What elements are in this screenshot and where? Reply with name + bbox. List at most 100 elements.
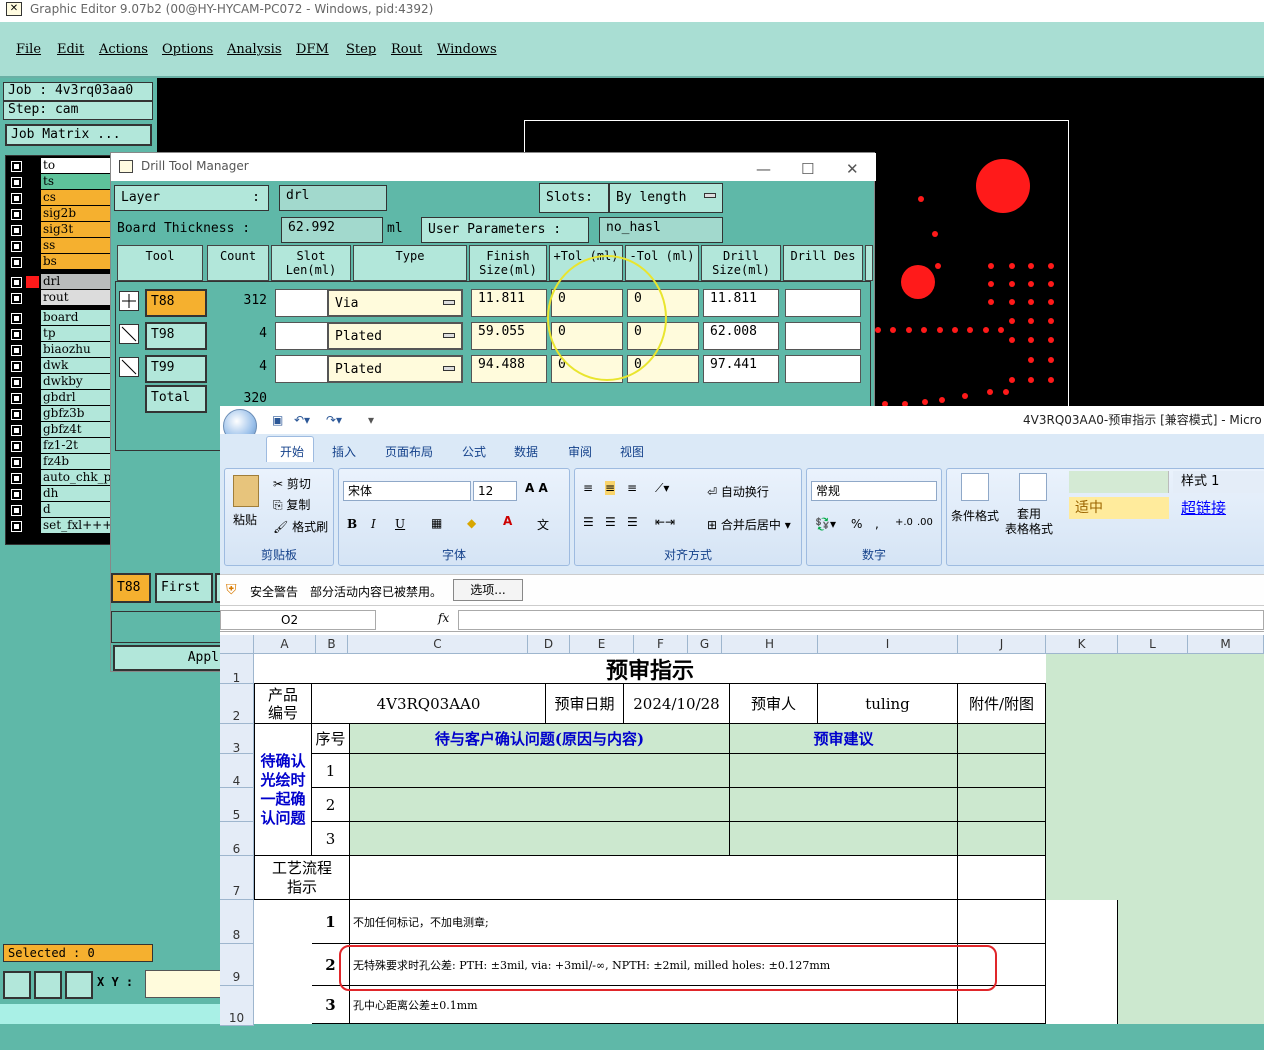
layer-checkbox[interactable]: [11, 329, 22, 340]
style-normal-cell[interactable]: [1069, 471, 1169, 493]
tool-name[interactable]: T99: [145, 355, 207, 383]
attach-cell[interactable]: [958, 788, 1046, 822]
type-dropdown[interactable]: Plated: [327, 355, 463, 383]
tab-page-layout[interactable]: 页面布局: [385, 443, 433, 460]
layer-checkbox[interactable]: [11, 441, 22, 452]
menu-actions[interactable]: Actions: [99, 42, 148, 57]
merge-center-button[interactable]: ⊞ 合并后居中 ▾: [707, 516, 791, 533]
table-format-button[interactable]: 套用 表格格式: [1005, 507, 1053, 537]
layer-checkbox[interactable]: [11, 293, 22, 304]
customize-qat-icon[interactable]: ▾: [368, 406, 374, 434]
style-1-cell[interactable]: 样式 1: [1173, 471, 1264, 493]
align-bottom-icon[interactable]: ≡: [627, 481, 637, 495]
layer-checkbox[interactable]: [11, 393, 22, 404]
save-icon[interactable]: ▣: [272, 406, 283, 434]
drill-size-input[interactable]: 97.441: [703, 355, 779, 383]
issue-label[interactable]: 待与客户确认问题(原因与内容): [350, 724, 730, 754]
row-header[interactable]: 9: [220, 944, 254, 986]
menu-edit[interactable]: Edit: [57, 42, 84, 57]
layer-checkbox[interactable]: [11, 277, 22, 288]
wrap-text-button[interactable]: ⏎ 自动换行: [707, 483, 769, 500]
layer-checkbox[interactable]: [11, 345, 22, 356]
xy-input[interactable]: [145, 970, 225, 998]
drill-size-input[interactable]: 11.811: [703, 289, 779, 317]
finish-size-input[interactable]: 94.488: [471, 355, 547, 383]
issue-cell[interactable]: [350, 754, 730, 788]
close-icon[interactable]: ✕: [846, 156, 859, 182]
layer-checkbox[interactable]: [11, 257, 22, 268]
align-top-icon[interactable]: ≡: [583, 481, 593, 495]
grid-tool-icon[interactable]: [65, 971, 93, 999]
layer-checkbox[interactable]: [11, 177, 22, 188]
menu-step[interactable]: Step: [346, 42, 376, 57]
column-header[interactable]: I: [818, 635, 958, 654]
column-header[interactable]: H: [722, 635, 818, 654]
column-header[interactable]: F: [634, 635, 688, 654]
percent-icon[interactable]: %: [851, 517, 862, 531]
process-attach-cell[interactable]: [958, 856, 1046, 900]
type-dropdown[interactable]: Plated: [327, 322, 463, 350]
row-header[interactable]: 6: [220, 822, 254, 856]
row-header[interactable]: 10: [220, 986, 254, 1026]
drill-des-input[interactable]: [785, 322, 861, 350]
menu-file[interactable]: File: [16, 42, 41, 57]
measure-tool-icon[interactable]: [34, 971, 62, 999]
cut-button[interactable]: ✂ 剪切: [273, 475, 311, 492]
maximize-icon[interactable]: ☐: [801, 156, 814, 182]
style-hyperlink-cell[interactable]: 超链接: [1173, 497, 1264, 519]
column-header[interactable]: B: [316, 635, 348, 654]
font-size-box[interactable]: 12: [473, 481, 517, 501]
comma-icon[interactable]: ,: [875, 517, 879, 531]
instruction-attach-cell[interactable]: [958, 986, 1046, 1024]
zoom-tool-icon[interactable]: [3, 971, 31, 999]
table-format-icon[interactable]: [1019, 473, 1047, 501]
number-format-box[interactable]: 常规: [811, 481, 937, 501]
process-label[interactable]: 工艺流程 指示: [254, 856, 350, 900]
column-header[interactable]: E: [570, 635, 634, 654]
copy-button[interactable]: ⎘ 复制: [273, 496, 310, 513]
seq-label[interactable]: 序号: [312, 724, 350, 754]
tab-data[interactable]: 数据: [514, 443, 538, 460]
column-header[interactable]: K: [1046, 635, 1118, 654]
menu-dfm[interactable]: DFM: [296, 42, 329, 57]
layer-checkbox[interactable]: [11, 361, 22, 372]
underline-icon[interactable]: U: [395, 517, 405, 531]
attach-cell-r3[interactable]: [958, 724, 1046, 754]
row-header[interactable]: 7: [220, 856, 254, 900]
decrease-decimal-icon[interactable]: .00: [917, 517, 933, 528]
finish-size-input[interactable]: 11.811: [471, 289, 547, 317]
font-color-icon[interactable]: A: [503, 514, 512, 528]
column-header[interactable]: D: [528, 635, 570, 654]
tab-review[interactable]: 审阅: [568, 443, 592, 460]
menu-options[interactable]: Options: [162, 42, 213, 57]
user-parameters-input[interactable]: no_hasl: [599, 217, 723, 243]
layer-checkbox[interactable]: [11, 473, 22, 484]
column-header[interactable]: G: [688, 635, 722, 654]
row-header[interactable]: 2: [220, 684, 254, 724]
sheet-title[interactable]: 预审指示: [254, 654, 1046, 684]
paste-button[interactable]: 粘贴: [233, 511, 257, 528]
name-box[interactable]: O2: [220, 610, 376, 630]
process-cell[interactable]: [350, 856, 958, 900]
suggest-cell[interactable]: [730, 822, 958, 856]
menu-rout[interactable]: Rout: [391, 42, 422, 57]
tab-home[interactable]: 开始: [280, 443, 304, 460]
instruction-text[interactable]: 不加任何标记，不加电测章;: [350, 900, 958, 944]
tab-insert[interactable]: 插入: [332, 443, 356, 460]
minimize-icon[interactable]: —: [756, 156, 771, 182]
border-icon[interactable]: ▦: [431, 516, 442, 530]
drill-des-input[interactable]: [785, 355, 861, 383]
apply-button[interactable]: Appl: [113, 645, 223, 671]
row-header[interactable]: 3: [220, 724, 254, 755]
finish-size-input[interactable]: 59.055: [471, 322, 547, 350]
column-header[interactable]: A: [254, 635, 316, 654]
layer-checkbox[interactable]: [11, 377, 22, 388]
column-header[interactable]: C: [348, 635, 528, 654]
column-header[interactable]: L: [1118, 635, 1188, 654]
product-label[interactable]: 产品 编号: [254, 684, 312, 724]
layer-checkbox[interactable]: [11, 225, 22, 236]
italic-icon[interactable]: I: [371, 517, 376, 531]
attach-cell[interactable]: [958, 822, 1046, 856]
product-value[interactable]: 4V3RQ03AA0: [312, 684, 546, 724]
align-right-icon[interactable]: ☰: [627, 515, 638, 529]
